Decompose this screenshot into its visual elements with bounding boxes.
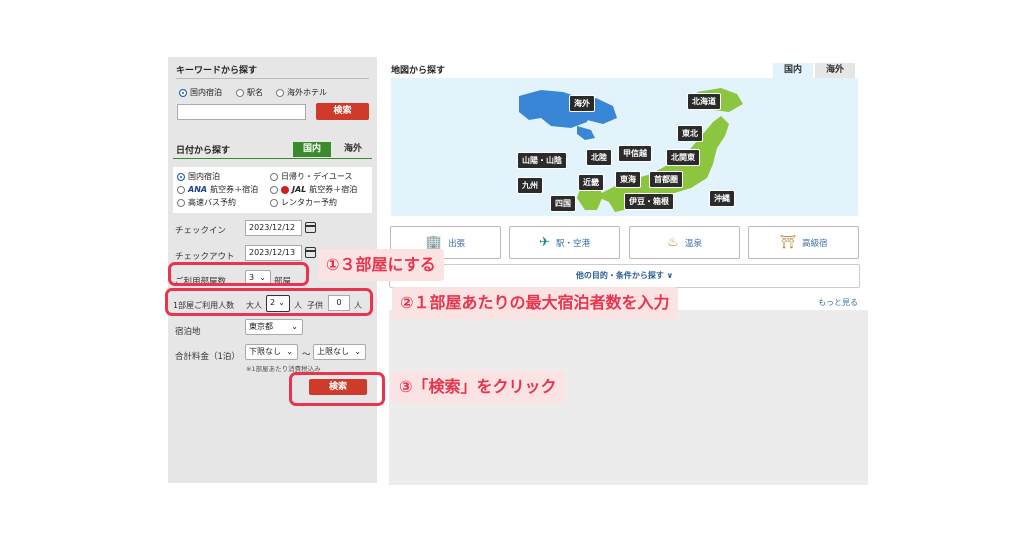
keyword-search-button[interactable]: 検索 <box>316 103 369 120</box>
category-luxury[interactable]: ⛩ 高級宿 <box>748 226 859 259</box>
highlight-rooms <box>168 262 309 286</box>
hot-spring-icon: ♨ <box>667 235 679 250</box>
calendar-icon[interactable] <box>305 247 316 258</box>
jal-logo: JAL <box>292 185 307 194</box>
radio-icon <box>177 198 185 207</box>
more-purpose-button[interactable]: 他の目的・条件から探す ∨ <box>389 264 860 288</box>
see-more-link[interactable]: もっと見る <box>818 297 858 308</box>
annotation-step3: ③「検索」をクリック <box>391 371 565 403</box>
radio-icon <box>236 88 244 97</box>
map-search-title: 地図から探す <box>391 66 446 76</box>
region-hokuriku[interactable]: 北陸 <box>586 149 612 166</box>
jal-crane-icon <box>281 185 289 194</box>
radio-icon <box>270 172 278 181</box>
price-tilde: 〜 <box>302 350 311 360</box>
highlight-search-button <box>289 372 385 406</box>
tab-domestic[interactable]: 国内 <box>293 142 331 157</box>
region-shikoku[interactable]: 四国 <box>550 195 576 212</box>
tab-underline <box>173 158 372 159</box>
luxury-inn-icon: ⛩ <box>779 235 796 250</box>
checkout-input[interactable]: 2023/12/13 <box>245 245 302 261</box>
ana-logo: ANA <box>188 185 208 194</box>
plan-options: 国内宿泊 日帰り・デイユース ANA 航空券＋宿泊 JAL 航空券＋宿泊 高速バ… <box>173 167 372 213</box>
price-max-select[interactable]: 上限なし ⌄ <box>313 344 366 360</box>
option-domestic-stay[interactable]: 国内宿泊 <box>177 171 220 182</box>
checkout-label: チェックアウト <box>175 252 235 262</box>
map-tab-overseas[interactable]: 海外 <box>815 63 855 78</box>
region-sanyo-sanin[interactable]: 山陽・山陰 <box>517 152 567 169</box>
chevron-down-icon: ⌄ <box>286 347 293 356</box>
price-min-select[interactable]: 下限なし ⌄ <box>245 344 298 360</box>
option-day-use[interactable]: 日帰り・デイユース <box>270 171 352 182</box>
category-station-airport[interactable]: ✈ 駅・空港 <box>509 226 620 259</box>
divider <box>176 78 369 79</box>
japan-map: 海外 北海道 東北 甲信越 北陸 北関東 山陽・山陰 九州 近畿 東海 首都圏 … <box>391 78 858 216</box>
radio-icon <box>270 198 278 207</box>
annotation-step1: ①３部屋にする <box>318 249 444 281</box>
option-jal-flight-stay[interactable]: JAL 航空券＋宿泊 <box>270 184 357 195</box>
radio-icon <box>276 88 284 97</box>
chevron-down-icon: ⌄ <box>354 347 361 356</box>
checkin-input[interactable]: 2023/12/12 <box>245 220 302 236</box>
region-okinawa[interactable]: 沖縄 <box>709 190 735 207</box>
airplane-icon: ✈ <box>539 235 550 250</box>
region-koshinetsu[interactable]: 甲信越 <box>618 145 652 162</box>
radio-icon <box>179 88 187 97</box>
region-overseas[interactable]: 海外 <box>569 95 595 112</box>
keyword-input[interactable] <box>177 104 306 120</box>
building-icon: 🏢 <box>425 235 443 250</box>
highlight-people <box>165 288 373 316</box>
category-onsen[interactable]: ♨ 温泉 <box>629 226 740 259</box>
annotation-step2: ②１部屋あたりの最大宿泊者数を入力 <box>392 287 678 319</box>
option-ana-flight-stay[interactable]: ANA 航空券＋宿泊 <box>177 184 258 195</box>
world-map-shape <box>577 126 595 140</box>
option-rental-car[interactable]: レンタカー予約 <box>270 197 337 208</box>
checkin-label: チェックイン <box>175 226 227 236</box>
region-kitakanto[interactable]: 北関東 <box>666 149 700 166</box>
region-kyushu[interactable]: 九州 <box>517 177 543 194</box>
location-select[interactable]: 東京都 ⌄ <box>245 319 303 335</box>
option-highway-bus[interactable]: 高速バス予約 <box>177 197 236 208</box>
tab-overseas[interactable]: 海外 <box>333 142 373 157</box>
region-hokkaido[interactable]: 北海道 <box>687 93 721 110</box>
region-kinki[interactable]: 近畿 <box>578 174 604 191</box>
region-shutoken[interactable]: 首都圏 <box>649 171 683 188</box>
kw-option-station[interactable]: 駅名 <box>236 87 263 98</box>
radio-icon <box>270 185 278 194</box>
price-label: 合計料金（1泊） <box>175 352 240 362</box>
kw-option-overseas[interactable]: 海外ホテル <box>276 87 327 98</box>
region-izu-hakone[interactable]: 伊豆・箱根 <box>624 193 674 210</box>
date-search-title: 日付から探す <box>176 146 231 156</box>
keyword-search-title: キーワードから探す <box>176 66 258 76</box>
region-tohoku[interactable]: 東北 <box>677 125 703 142</box>
radio-icon <box>177 172 185 181</box>
region-tokai[interactable]: 東海 <box>615 171 641 188</box>
kw-option-domestic[interactable]: 国内宿泊 <box>179 87 222 98</box>
radio-icon <box>177 185 185 194</box>
calendar-icon[interactable] <box>305 222 316 233</box>
location-label: 宿泊地 <box>175 327 201 337</box>
map-tab-domestic[interactable]: 国内 <box>773 63 813 78</box>
chevron-down-icon: ⌄ <box>291 322 298 331</box>
